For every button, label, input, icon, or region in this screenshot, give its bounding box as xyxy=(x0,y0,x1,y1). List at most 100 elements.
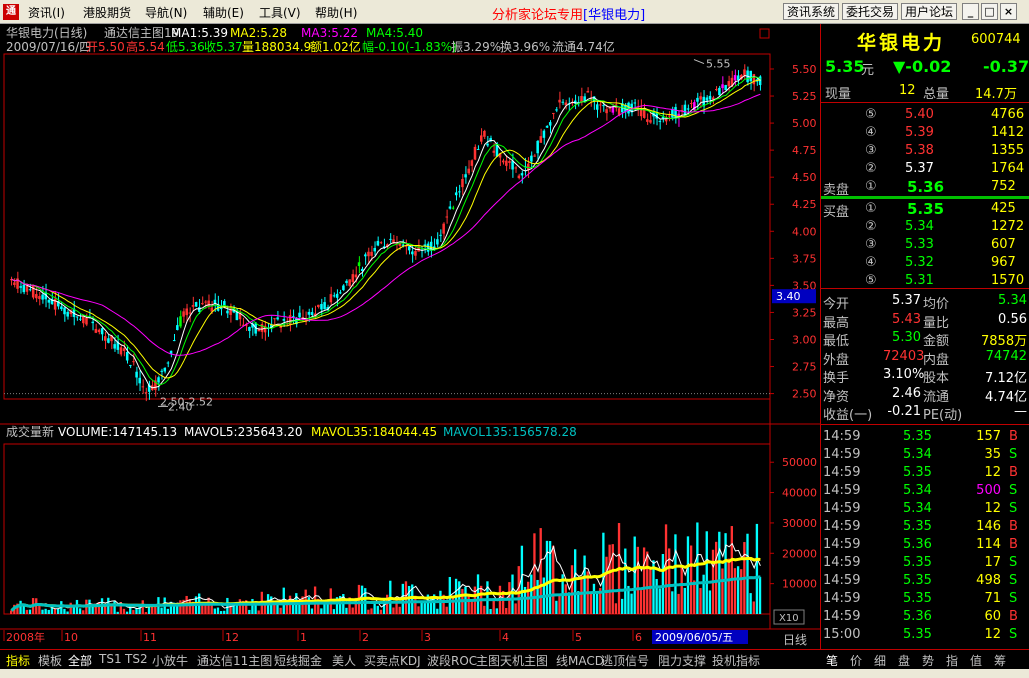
tick-row[interactable]: 14:59 5.36 60 B xyxy=(821,608,1029,626)
tick-row[interactable]: 15:00 5.35 12 S xyxy=(821,626,1029,644)
tick-row[interactable]: 14:59 5.34 35 S xyxy=(821,446,1029,464)
indicator-tab[interactable]: 短线掘金 xyxy=(274,652,322,669)
menu-tools[interactable]: 工具(V) xyxy=(259,4,301,21)
indicator-tab[interactable]: 买卖点KDJ xyxy=(364,652,421,669)
close-icon[interactable]: × xyxy=(1000,3,1017,20)
tick-row[interactable]: 14:59 5.34 12 S xyxy=(821,500,1029,518)
indicator-tab[interactable]: 模板 xyxy=(38,652,62,669)
panel-tab[interactable]: 指 xyxy=(946,652,958,669)
volume-bar xyxy=(417,606,420,614)
stat-value: 7.12亿 xyxy=(985,371,1027,386)
menu-help[interactable]: 帮助(H) xyxy=(315,4,357,21)
tick-row[interactable]: 14:59 5.35 71 S xyxy=(821,590,1029,608)
candle-body xyxy=(407,246,411,251)
ask-row-2[interactable]: ② 5.37 1764 xyxy=(821,160,1029,178)
ma1-label: MA1:5.39 xyxy=(171,26,228,40)
volume-bar xyxy=(677,593,680,614)
candle-body xyxy=(364,254,367,257)
volume-bar xyxy=(78,608,82,614)
indicator-tab[interactable]: 指标 xyxy=(6,652,30,669)
app-icon[interactable]: 通 xyxy=(3,4,19,20)
volume-bar xyxy=(715,541,718,614)
volume-bar xyxy=(423,603,426,614)
volume-bar xyxy=(633,536,636,614)
indicator-tab[interactable]: 主图天机主图 xyxy=(476,652,548,669)
indicator-tab[interactable]: 小放牛 xyxy=(152,652,188,669)
panel-tab[interactable]: 笔 xyxy=(826,652,838,669)
volume-bar xyxy=(323,603,326,614)
maximize-icon[interactable]: □ xyxy=(981,3,998,20)
menu-assist[interactable]: 辅助(E) xyxy=(203,4,244,21)
y-tick-label: 5.50 xyxy=(792,63,817,76)
forum-button[interactable]: 用户论坛 xyxy=(901,3,958,20)
panel-change: ▼-0.02 xyxy=(893,57,952,76)
candle-body xyxy=(627,102,630,114)
volume-bar xyxy=(226,597,229,614)
menu-hk-futures[interactable]: 港股期货 xyxy=(83,4,131,21)
candle-body xyxy=(332,295,336,297)
panel-stock-code: 600744 xyxy=(971,32,1021,47)
tick-row[interactable]: 14:59 5.36 114 B xyxy=(821,536,1029,554)
menu-info[interactable]: 资讯(I) xyxy=(28,4,65,21)
volume-bar xyxy=(122,608,126,614)
indicator-tab[interactable]: 波段ROC xyxy=(427,652,477,669)
stat-value: 5.30 xyxy=(892,330,921,345)
tick-row[interactable]: 14:59 5.35 12 B xyxy=(821,464,1029,482)
indicator-tab[interactable]: TS1 xyxy=(99,652,122,666)
bid-row-1[interactable]: 买盘 ① 5.35 425 xyxy=(821,200,1029,220)
ask-row-4[interactable]: ④ 5.39 1412 xyxy=(821,124,1029,142)
indicator-tab[interactable]: 全部 xyxy=(68,652,92,669)
candle-body xyxy=(82,316,85,324)
candle-body xyxy=(514,167,517,169)
panel-tab[interactable]: 筹 xyxy=(994,652,1006,669)
tick-row[interactable]: 14:59 5.35 157 B xyxy=(821,428,1029,446)
panel-tab[interactable]: 势 xyxy=(922,652,934,669)
candle-body xyxy=(19,286,22,288)
panel-tab[interactable]: 价 xyxy=(850,652,862,669)
ask-row-5[interactable]: ⑤ 5.40 4766 xyxy=(821,106,1029,124)
volume-bar xyxy=(445,606,448,614)
tick-row[interactable]: 14:59 5.34 500 S xyxy=(821,482,1029,500)
menu-navigate[interactable]: 导航(N) xyxy=(145,4,187,21)
status-bar xyxy=(0,669,1029,678)
panel-tab[interactable]: 细 xyxy=(874,652,886,669)
stat-label: 最高 xyxy=(823,315,850,331)
bid-row-2[interactable]: ② 5.34 1272 xyxy=(821,218,1029,236)
tick-side: B xyxy=(1009,537,1018,552)
tick-row[interactable]: 14:59 5.35 498 S xyxy=(821,572,1029,590)
volume-bar xyxy=(708,590,712,614)
bid-row-3[interactable]: ③ 5.33 607 xyxy=(821,236,1029,254)
panel-tab[interactable]: 值 xyxy=(970,652,982,669)
kline-chart[interactable]: 华银电力(日线) 通达信主图19 MA1:5.39 MA2:5.28 MA3:5… xyxy=(0,24,820,649)
volume-bar xyxy=(489,608,492,614)
vol-tick-label: 20000 xyxy=(782,547,817,560)
indicator-tab[interactable]: 逃顶信号 xyxy=(601,652,649,669)
bid-row-4[interactable]: ④ 5.32 967 xyxy=(821,254,1029,272)
candle-body xyxy=(367,251,370,257)
candle-body xyxy=(752,74,756,85)
indicator-tab[interactable]: 美人 xyxy=(332,652,356,669)
volume-bar xyxy=(69,602,72,614)
candle-body xyxy=(501,160,505,163)
candle-body xyxy=(476,148,480,150)
indicator-tab[interactable]: 线MACD xyxy=(556,652,604,669)
tick-row[interactable]: 14:59 5.35 17 S xyxy=(821,554,1029,572)
indicator-tab[interactable]: TS2 xyxy=(125,652,148,666)
indicator-tab[interactable]: 阻力支撑 xyxy=(658,652,706,669)
candle-body xyxy=(119,347,123,355)
minimize-icon[interactable]: _ xyxy=(962,3,979,20)
trade-button[interactable]: 委托交易 xyxy=(842,3,899,20)
volume-bar xyxy=(755,523,759,614)
ask-row-3[interactable]: ③ 5.38 1355 xyxy=(821,142,1029,160)
mavol135-legend: MAVOL135:156578.28 xyxy=(443,425,577,439)
panel-tab[interactable]: 盘 xyxy=(898,652,910,669)
ask-row-1[interactable]: 卖盘 ① 5.36 752 xyxy=(821,178,1029,198)
candle-body xyxy=(454,192,458,196)
info-system-button[interactable]: 资讯系统 xyxy=(783,3,840,20)
indicator-tab[interactable]: 投机指标 xyxy=(712,652,760,669)
ask-volume: 752 xyxy=(991,179,1016,194)
candle-body xyxy=(66,311,69,317)
indicator-tab[interactable]: 通达信11主图 xyxy=(197,652,272,669)
candle-body xyxy=(426,243,430,252)
tick-row[interactable]: 14:59 5.35 146 B xyxy=(821,518,1029,536)
